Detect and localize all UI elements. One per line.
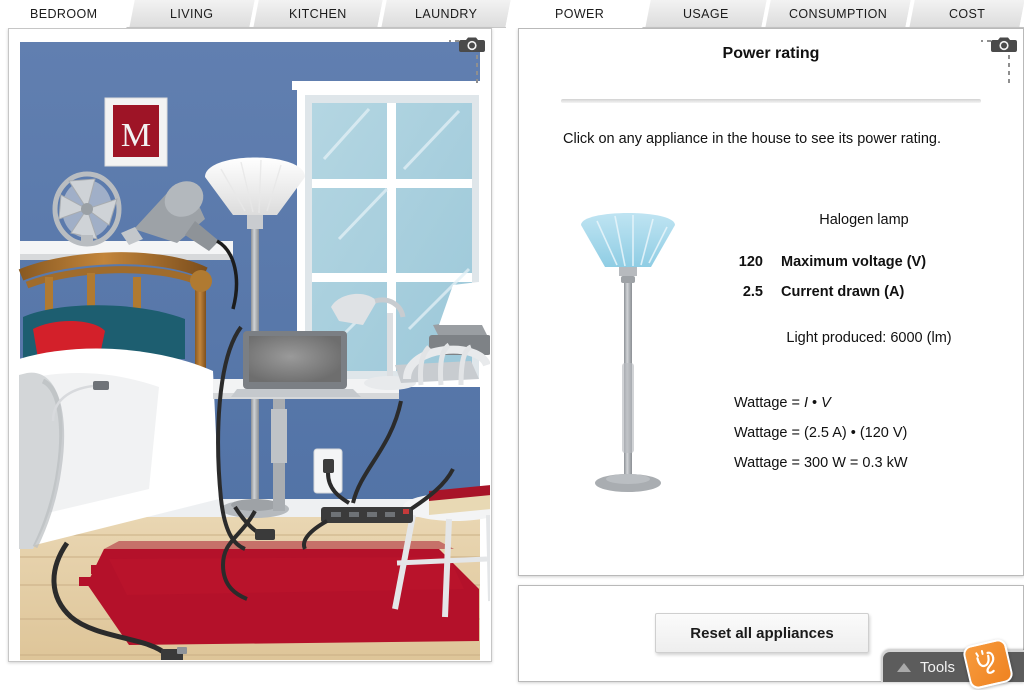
bedroom-scene-panel[interactable]: M	[8, 28, 492, 662]
spec-value: 120	[738, 254, 763, 270]
appliance-name: Halogen lamp	[819, 212, 909, 228]
tab-label: COST	[948, 7, 986, 21]
tab-label: KITCHEN	[289, 7, 347, 21]
wattage-formula-line-2: Wattage = (2.5 A) • (120 V)	[734, 425, 908, 441]
metric-tabbar: POWER USAGE CONSUMPTION COST	[513, 0, 1024, 28]
tools-label: Tools	[920, 658, 956, 676]
bedroom-illustration[interactable]: M	[9, 29, 491, 661]
wattage-formula-line-1: Wattage = I • V	[734, 395, 1023, 411]
spec-row-current-drawn: 2.5 Current drawn (A)	[719, 284, 1019, 300]
tab-living[interactable]: LIVING	[129, 0, 256, 28]
tab-label: CONSUMPTION	[788, 7, 888, 21]
laptop	[231, 331, 361, 397]
tab-cost[interactable]: COST	[909, 0, 1024, 28]
tab-bedroom[interactable]: BEDROOM	[0, 0, 132, 28]
tools-widget[interactable]: Tools	[881, 637, 1024, 690]
tab-label: LAUNDRY	[414, 7, 478, 21]
tab-consumption[interactable]: CONSUMPTION	[765, 0, 912, 28]
spec-row-max-voltage: 120 Maximum voltage (V)	[719, 254, 1019, 270]
tab-label: USAGE	[683, 7, 729, 21]
panel-title: Power rating	[722, 45, 820, 62]
formula-operator: •	[808, 395, 822, 411]
wattage-formula-line-3: Wattage = 300 W = 0.3 kW	[734, 455, 908, 471]
spec-value: 2.5	[742, 284, 763, 300]
tab-laundry[interactable]: LAUNDRY	[381, 0, 512, 28]
title-divider	[561, 99, 981, 103]
spec-label: Current drawn (A)	[781, 284, 905, 300]
explorelearning-logo-icon[interactable]	[961, 637, 1015, 690]
formula-symbol-voltage: V	[821, 395, 831, 411]
power-info-panel: Power rating Click on any appliance in t…	[518, 28, 1024, 576]
tab-usage[interactable]: USAGE	[645, 0, 768, 28]
dashed-line-horizontal	[981, 40, 999, 42]
tab-kitchen[interactable]: KITCHEN	[253, 0, 384, 28]
power-rating-app: BEDROOM LIVING KITCHEN LAUNDRY POWER USAGE CO…	[0, 0, 1024, 690]
light-produced: Light produced: 6000 (lm)	[786, 330, 952, 346]
instruction-text: Click on any appliance in the house to s…	[563, 131, 942, 147]
spec-label: Maximum voltage (V)	[781, 254, 927, 270]
tab-label: LIVING	[170, 7, 214, 21]
tab-label: BEDROOM	[30, 7, 98, 21]
halogen-lamp-figure	[563, 211, 693, 521]
svg-text:M: M	[121, 117, 151, 154]
table-fan	[52, 171, 122, 247]
tab-power[interactable]: POWER	[513, 0, 648, 28]
reset-all-appliances-button[interactable]: Reset all appliances	[655, 613, 869, 653]
room-tabbar: BEDROOM LIVING KITCHEN LAUNDRY	[0, 0, 512, 28]
triangle-up-icon[interactable]	[897, 662, 911, 672]
tab-label: POWER	[555, 7, 605, 21]
formula-prefix: Wattage =	[734, 395, 804, 411]
wall-picture: M	[104, 97, 168, 167]
